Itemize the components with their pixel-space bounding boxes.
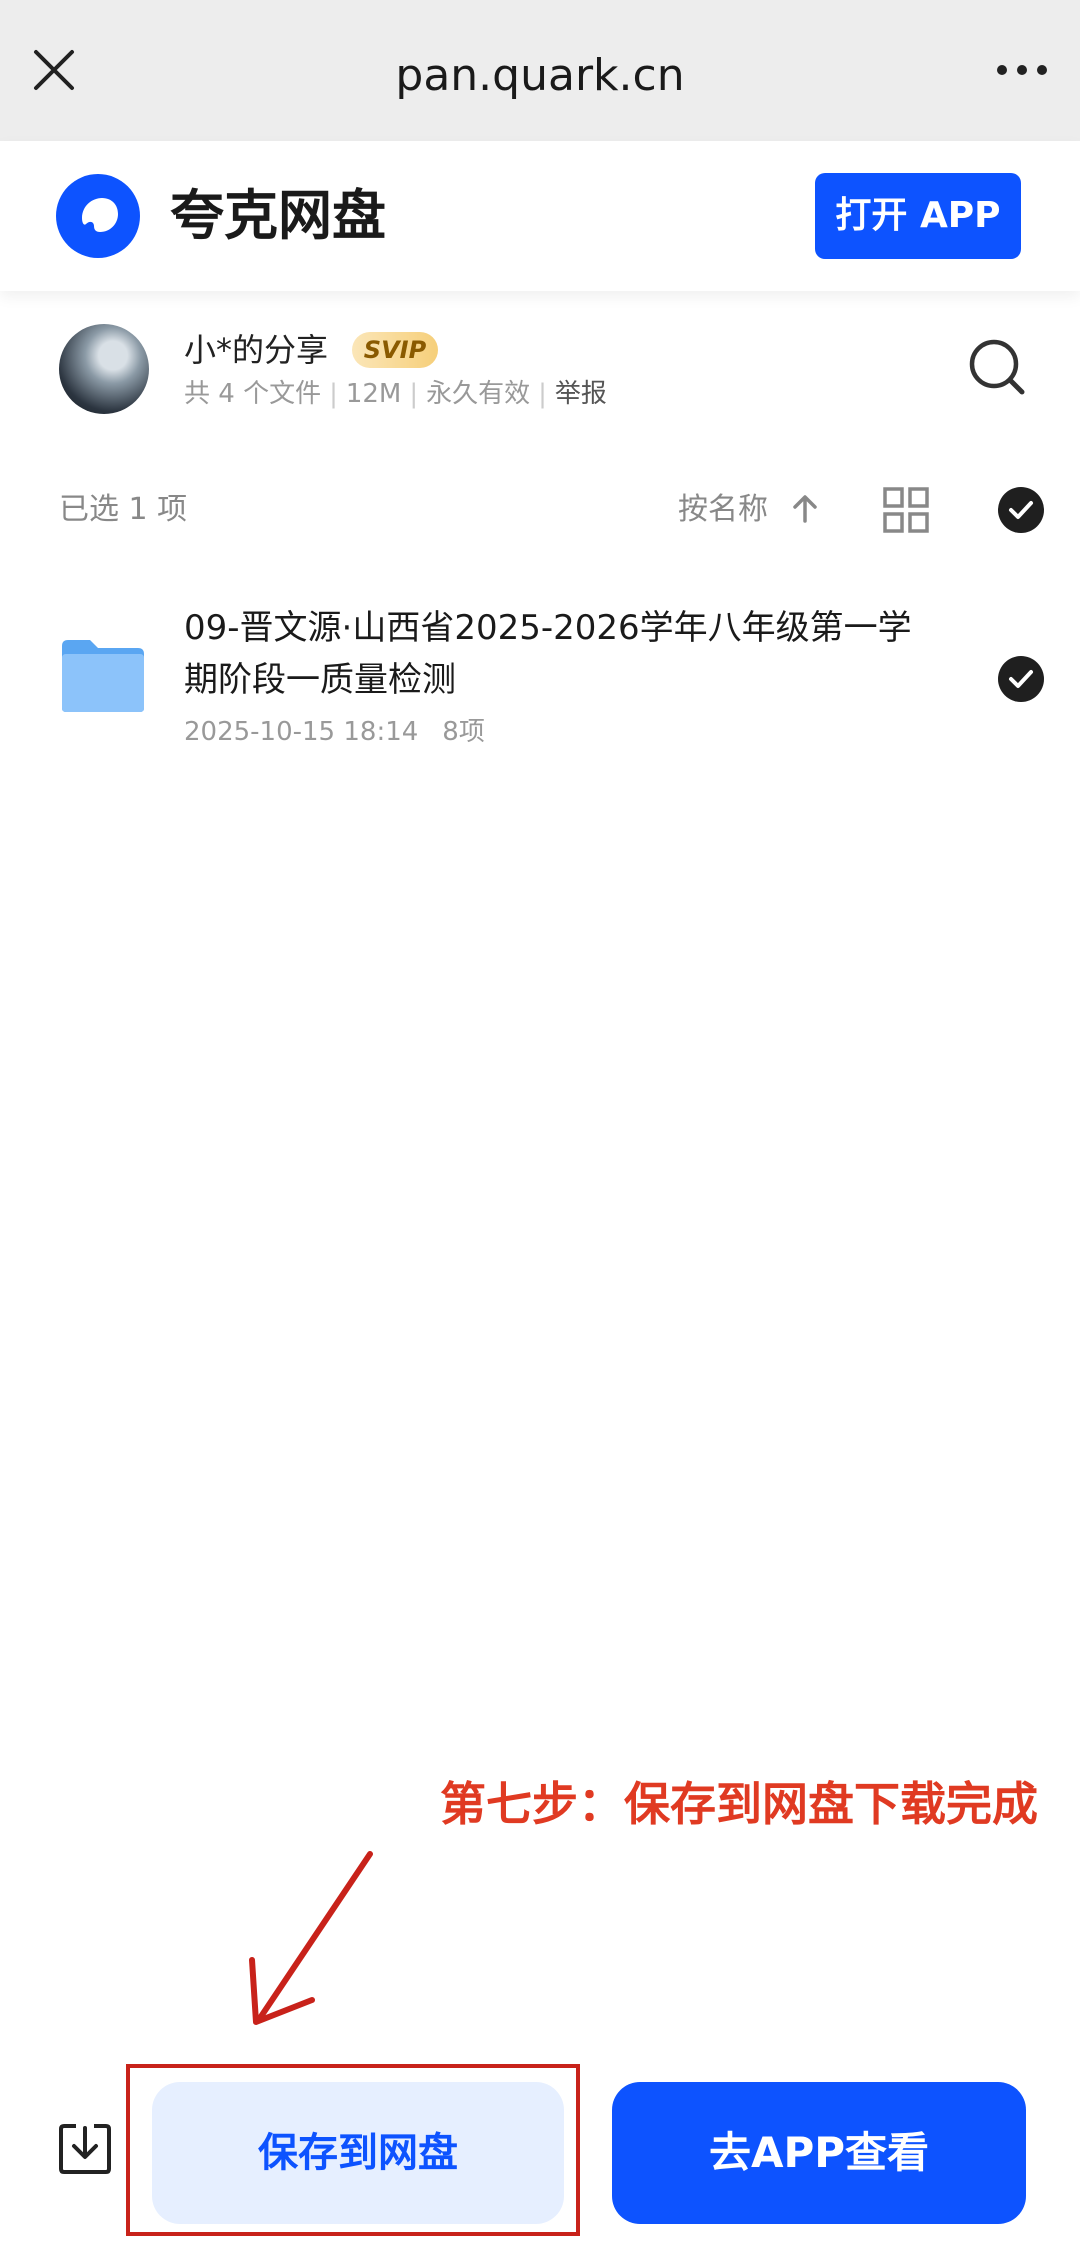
share-owner: 小*的分享 [184,331,329,369]
file-meta: 2025-10-15 18:14 8项 [184,712,485,752]
divider: | [329,379,338,409]
quark-logo-icon [56,174,140,258]
search-icon[interactable] [966,336,1028,398]
open-app-button[interactable]: 打开 APP [815,173,1021,259]
url-text: pan.quark.cn [395,50,685,101]
share-size: 12M [345,379,402,409]
divider: | [538,379,547,409]
download-icon[interactable] [58,2122,112,2176]
share-meta: 共 4 个文件 | 12M | 永久有效 | 举报 [184,376,607,412]
view-in-app-button[interactable]: 去APP查看 [612,2082,1026,2224]
brand-title: 夸克网盘 [170,184,386,247]
svip-badge: SVIP [352,332,438,368]
divider: | [409,379,419,409]
report-link[interactable]: 举报 [555,379,607,409]
annotation-arrow-icon [240,1850,380,2030]
browser-toolbar: pan.quark.cn [0,0,1080,141]
select-all-checkbox-icon[interactable] [998,487,1044,533]
share-validity: 永久有效 [426,379,531,409]
save-to-drive-button[interactable]: 保存到网盘 [152,2082,564,2224]
more-horizontal-icon[interactable] [994,60,1050,80]
file-date: 2025-10-15 18:14 [184,717,419,747]
arrow-up-icon[interactable] [790,494,820,524]
grid-view-icon[interactable] [882,486,930,534]
file-count: 共 4 个文件 [184,379,322,409]
list-item[interactable]: 09-晋文源·山西省2025-2026学年八年级第一学期阶段一质量检测 2025… [0,590,1080,770]
file-name[interactable]: 09-晋文源·山西省2025-2026学年八年级第一学期阶段一质量检测 [184,602,924,706]
folder-icon [60,638,146,714]
checked-circle-icon[interactable] [998,656,1044,702]
avatar [59,324,149,414]
sort-by-name-button[interactable]: 按名称 [678,488,768,532]
file-item-count: 8项 [442,717,485,747]
share-info: 小*的分享 SVIP 共 4 个文件 | 12M | 永久有效 | 举报 [0,320,1080,430]
bottom-action-bar: 保存到网盘 去APP查看 [0,2060,1080,2260]
tutorial-annotation: 第七步：保存到网盘下载完成 [440,1777,1038,1831]
selected-count: 已选 1 项 [59,492,188,527]
list-toolbar: 已选 1 项 按名称 [0,480,1080,540]
app-header: 夸克网盘 打开 APP [0,141,1080,291]
